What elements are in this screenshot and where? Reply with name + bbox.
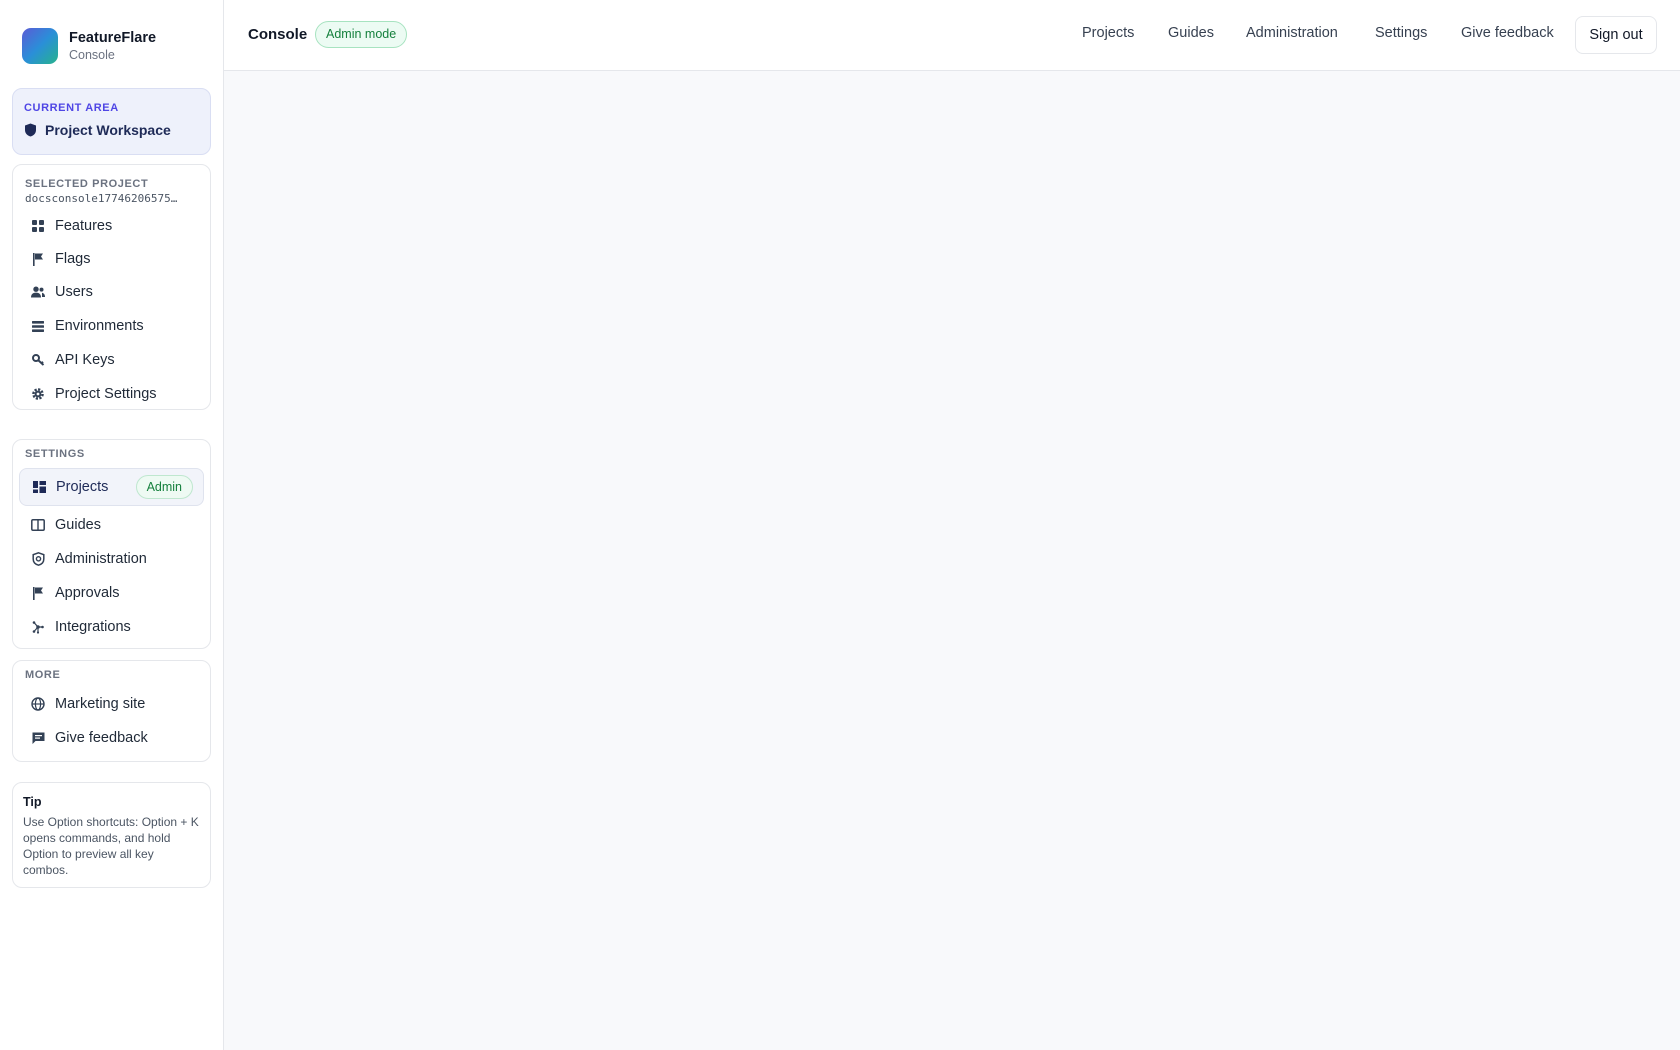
sidebar-item-label: API Keys	[55, 352, 115, 368]
gear-icon	[31, 387, 45, 401]
tip-title: Tip	[23, 795, 42, 809]
sidebar-item-marketing-site[interactable]: Marketing site	[19, 687, 204, 721]
sidebar-item-integrations[interactable]: Integrations	[19, 610, 204, 644]
sidebar-item-label: Give feedback	[55, 730, 148, 746]
current-area-card: CURRENT AREA Project Workspace	[12, 88, 211, 155]
sidebar-item-label: Flags	[55, 251, 91, 267]
users-icon	[31, 285, 45, 299]
topnav-give-feedback[interactable]: Give feedback	[1461, 25, 1554, 41]
dashboard-icon	[32, 480, 46, 494]
sidebar-item-api-keys[interactable]: API Keys	[19, 343, 204, 377]
sidebar-item-administration[interactable]: Administration	[19, 542, 204, 576]
sidebar-item-label: Marketing site	[55, 696, 146, 712]
sidebar-item-approvals[interactable]: Approvals	[19, 576, 204, 610]
chat-icon	[31, 731, 45, 745]
topnav-guides[interactable]: Guides	[1168, 25, 1214, 41]
brand-name: FeatureFlare	[69, 29, 157, 46]
current-area-label: CURRENT AREA	[24, 102, 119, 114]
sidebar-item-projects[interactable]: Projects Admin	[19, 468, 204, 506]
brand-subtitle: Console	[69, 47, 115, 62]
sidebar-item-give-feedback[interactable]: Give feedback	[19, 721, 204, 755]
settings-section-label: SETTINGS	[25, 448, 85, 460]
sidebar-item-label: Integrations	[55, 619, 131, 635]
sidebar-item-project-settings[interactable]: Project Settings	[19, 377, 204, 411]
sidebar-item-guides[interactable]: Guides	[19, 508, 204, 542]
settings-section: SETTINGS Projects Admin Guides Administr…	[12, 439, 211, 649]
brand[interactable]: FeatureFlare Console	[22, 28, 156, 64]
project-section: SELECTED PROJECT docsconsole17746206575……	[12, 164, 211, 410]
hub-icon	[31, 620, 45, 634]
project-section-label: SELECTED PROJECT	[25, 178, 149, 190]
sidebar-item-label: Administration	[55, 551, 147, 567]
sidebar-item-features[interactable]: Features	[19, 209, 204, 243]
shield-gear-icon	[31, 552, 45, 566]
more-section-label: MORE	[25, 669, 61, 681]
flag-icon	[31, 252, 45, 266]
main-content	[224, 71, 1680, 1050]
grid-icon	[31, 219, 45, 233]
current-area-value: Project Workspace	[24, 122, 171, 138]
sidebar-item-label: Projects	[56, 479, 109, 495]
admin-badge: Admin	[135, 475, 193, 499]
sidebar-item-environments[interactable]: Environments	[19, 309, 204, 343]
book-icon	[31, 518, 45, 532]
tip-body: Use Option shortcuts: Option + K opens c…	[23, 815, 199, 877]
sidebar-item-users[interactable]: Users	[19, 275, 204, 309]
sidebar-item-label: Approvals	[55, 585, 120, 601]
sidebar-item-label: Environments	[55, 318, 144, 334]
sidebar: FeatureFlare Console CURRENT AREA Projec…	[0, 0, 224, 1050]
sidebar-item-label: Features	[55, 218, 113, 234]
sign-out-button[interactable]: Sign out	[1575, 16, 1657, 54]
current-area-text: Project Workspace	[45, 122, 171, 138]
project-id: docsconsole17746206575…	[25, 192, 178, 205]
topnav-projects[interactable]: Projects	[1082, 25, 1134, 41]
globe-icon	[31, 697, 45, 711]
sidebar-item-label: Users	[55, 284, 93, 300]
topnav-administration[interactable]: Administration	[1246, 25, 1338, 41]
sidebar-item-flags[interactable]: Flags	[19, 242, 204, 276]
admin-mode-badge: Admin mode	[315, 21, 408, 48]
sidebar-item-label: Guides	[55, 517, 101, 533]
shield-icon	[25, 123, 36, 137]
topnav-settings[interactable]: Settings	[1375, 25, 1427, 41]
tip-card: Tip Use Option shortcuts: Option + K ope…	[12, 782, 211, 888]
page-title: Console	[248, 26, 308, 43]
brand-logo	[22, 28, 58, 64]
key-icon	[31, 353, 45, 367]
flag-icon	[31, 586, 45, 600]
top-bar: Console Admin mode Projects Guides Admin…	[224, 0, 1680, 71]
layers-icon	[31, 319, 45, 333]
more-section: MORE Marketing site Give feedback	[12, 660, 211, 762]
sidebar-item-label: Project Settings	[55, 386, 157, 402]
